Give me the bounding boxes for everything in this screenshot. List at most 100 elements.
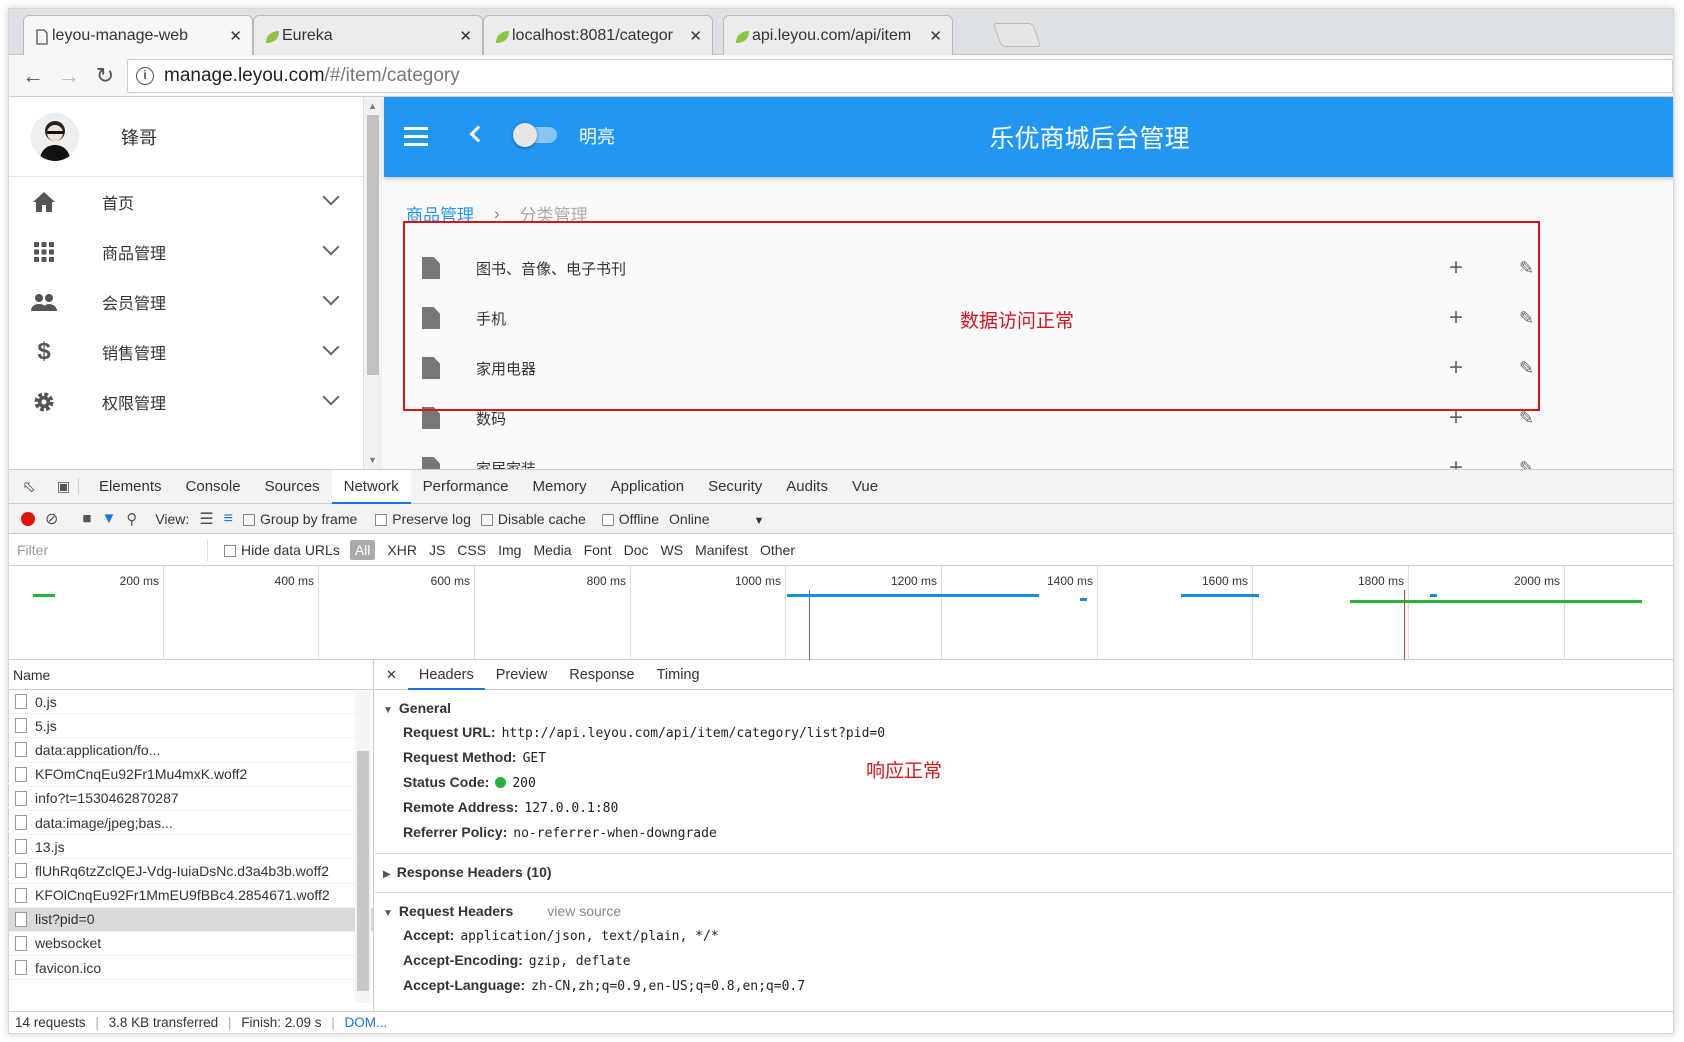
tab-audits[interactable]: Audits: [774, 470, 840, 504]
tab-response[interactable]: Response: [558, 660, 645, 690]
sidebar-item-goods[interactable]: 商品管理: [9, 227, 363, 277]
back-arrow-icon[interactable]: ←: [19, 62, 47, 90]
edit-icon[interactable]: ✎: [1519, 408, 1534, 429]
add-icon[interactable]: +: [1449, 404, 1463, 432]
list-view-icon[interactable]: ☰: [199, 509, 213, 529]
close-icon[interactable]: ✕: [229, 27, 242, 45]
add-icon[interactable]: +: [1449, 454, 1463, 469]
reload-icon[interactable]: ↻: [91, 62, 119, 90]
disable-cache-checkbox[interactable]: Disable cache: [480, 511, 586, 527]
offline-checkbox[interactable]: Offline: [601, 511, 659, 527]
sidebar-item-permissions[interactable]: 权限管理: [9, 377, 363, 427]
scrollbar-thumb[interactable]: [367, 115, 379, 375]
browser-tab-eureka[interactable]: Eureka ✕: [253, 15, 483, 55]
tab-elements[interactable]: Elements: [87, 470, 174, 504]
scroll-up-icon[interactable]: ▲: [368, 101, 377, 111]
request-row[interactable]: favicon.ico: [9, 956, 373, 981]
search-icon[interactable]: ⚲: [126, 510, 137, 528]
name-column-header[interactable]: Name: [9, 660, 373, 690]
request-list-scrollbar[interactable]: [355, 691, 371, 1003]
request-row[interactable]: 0.js: [9, 690, 373, 715]
tab-application[interactable]: Application: [599, 470, 696, 504]
tab-preview[interactable]: Preview: [485, 660, 559, 690]
edit-icon[interactable]: ✎: [1519, 458, 1534, 470]
filter-type-manifest[interactable]: Manifest: [695, 542, 748, 558]
scroll-down-icon[interactable]: ▼: [368, 455, 377, 465]
filter-icon[interactable]: ▼: [101, 510, 116, 527]
group-by-frame-checkbox[interactable]: Group by frame: [243, 511, 357, 527]
close-icon[interactable]: ✕: [375, 660, 408, 690]
clear-icon[interactable]: ⊘: [45, 509, 58, 529]
tab-headers[interactable]: Headers: [407, 660, 485, 690]
inspect-icon[interactable]: ⬁: [9, 477, 49, 497]
sidebar-scrollbar[interactable]: ▲ ▼: [364, 97, 382, 469]
tab-console[interactable]: Console: [174, 470, 253, 504]
throttle-select[interactable]: Online ▼: [669, 511, 764, 527]
filter-type-doc[interactable]: Doc: [624, 542, 649, 558]
tree-item[interactable]: 数码 + ✎: [419, 393, 1570, 443]
sidebar-item-members[interactable]: 会员管理: [9, 277, 363, 327]
filter-type-xhr[interactable]: XHR: [387, 542, 417, 558]
tab-performance[interactable]: Performance: [411, 470, 521, 504]
request-headers-toggle[interactable]: ▼ Request Headers view source: [375, 903, 1673, 923]
filter-input[interactable]: Filter: [13, 538, 208, 561]
info-icon[interactable]: i: [136, 67, 154, 85]
tree-item[interactable]: 图书、音像、电子书刊 + ✎: [419, 243, 1570, 293]
preserve-log-checkbox[interactable]: Preserve log: [375, 511, 471, 527]
request-row[interactable]: 5.js: [9, 714, 373, 739]
record-button[interactable]: [21, 511, 35, 526]
new-tab-button[interactable]: [992, 23, 1042, 47]
filter-type-all[interactable]: All: [349, 539, 376, 560]
filter-type-other[interactable]: Other: [760, 542, 795, 558]
tree-item[interactable]: 家居家装 + ✎: [419, 443, 1570, 469]
tab-timing[interactable]: Timing: [646, 660, 711, 690]
add-icon[interactable]: +: [1449, 354, 1463, 382]
general-section-toggle[interactable]: ▼ General: [375, 700, 1673, 720]
request-row[interactable]: flUhRq6tzZclQEJ-Vdg-IuiaDsNc.d3a4b3b.wof…: [9, 859, 373, 884]
breadcrumb-link-goods[interactable]: 商品管理: [406, 201, 474, 226]
browser-tab-leyou-manage-web[interactable]: leyou-manage-web ✕: [23, 15, 253, 55]
filter-type-js[interactable]: JS: [429, 542, 445, 558]
filter-type-font[interactable]: Font: [584, 542, 612, 558]
tab-memory[interactable]: Memory: [521, 470, 599, 504]
edit-icon[interactable]: ✎: [1519, 308, 1534, 329]
tab-sources[interactable]: Sources: [253, 470, 332, 504]
edit-icon[interactable]: ✎: [1519, 358, 1534, 379]
close-icon[interactable]: ✕: [929, 27, 942, 45]
request-row[interactable]: data:image/jpeg;bas...: [9, 811, 373, 836]
add-icon[interactable]: +: [1449, 304, 1463, 332]
filter-type-ws[interactable]: WS: [661, 542, 684, 558]
sidebar-item-sales[interactable]: $ 销售管理: [9, 327, 363, 377]
request-row[interactable]: data:application/fo...: [9, 738, 373, 763]
url-input[interactable]: i manage.leyou.com/#/item/category: [127, 59, 1673, 93]
forward-arrow-icon[interactable]: →: [55, 62, 83, 90]
edit-icon[interactable]: ✎: [1519, 258, 1534, 279]
close-icon[interactable]: ✕: [459, 27, 472, 45]
filter-type-css[interactable]: CSS: [457, 542, 486, 558]
tab-network[interactable]: Network: [331, 469, 411, 504]
tree-item[interactable]: 家用电器 + ✎: [419, 343, 1570, 393]
request-row[interactable]: info?t=1530462870287: [9, 787, 373, 811]
view-source-link[interactable]: view source: [547, 903, 621, 919]
request-row[interactable]: KFOlCnqEu92Fr1MmEU9fBBc4.2854671.woff2: [9, 884, 373, 908]
add-icon[interactable]: +: [1449, 254, 1463, 282]
waterfall-view-icon[interactable]: ≡: [224, 510, 233, 528]
tab-vue[interactable]: Vue: [840, 470, 890, 504]
sidebar-item-home[interactable]: 首页: [9, 177, 363, 227]
browser-tab-api[interactable]: api.leyou.com/api/item ✕: [723, 15, 953, 55]
camera-icon[interactable]: ■: [82, 510, 91, 527]
filter-type-img[interactable]: Img: [498, 542, 521, 558]
close-icon[interactable]: ✕: [689, 27, 702, 45]
request-row[interactable]: 13.js: [9, 835, 373, 860]
request-row[interactable]: KFOmCnqEu92Fr1Mu4mxK.woff2: [9, 763, 373, 787]
browser-tab-localhost[interactable]: localhost:8081/categor ✕: [483, 15, 713, 55]
network-overview-timeline[interactable]: 200 ms 400 ms 600 ms 800 ms 1000 ms 1200…: [9, 566, 1673, 660]
request-row[interactable]: websocket: [9, 932, 373, 957]
request-row-selected[interactable]: list?pid=0: [9, 907, 373, 932]
user-profile[interactable]: 锋哥: [9, 97, 363, 177]
hide-data-urls-checkbox[interactable]: Hide data URLs: [224, 542, 340, 558]
device-toggle-icon[interactable]: ▣: [49, 478, 79, 495]
filter-type-media[interactable]: Media: [533, 542, 571, 558]
response-headers-toggle[interactable]: ▶ Response Headers (10): [375, 864, 1673, 884]
tab-security[interactable]: Security: [696, 470, 774, 504]
